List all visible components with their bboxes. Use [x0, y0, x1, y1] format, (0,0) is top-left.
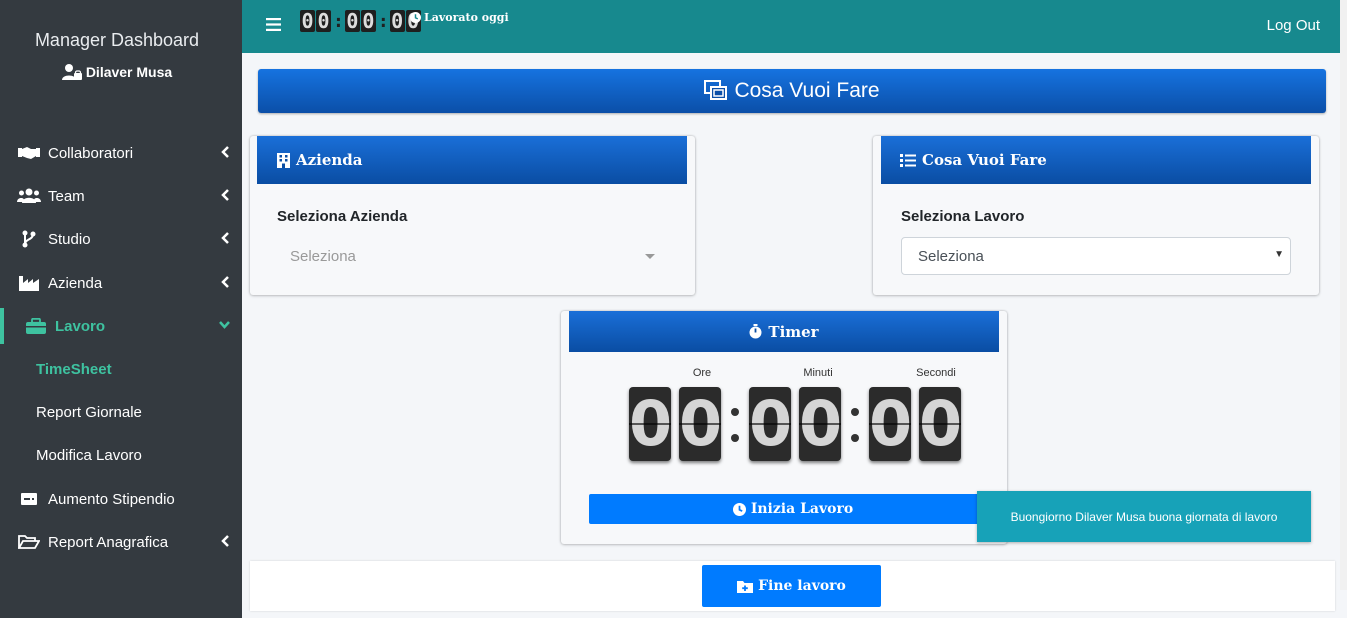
clock-icon: [410, 12, 421, 23]
welcome-toast[interactable]: Buongiorno Dilaver Musa buona giornata d…: [977, 491, 1311, 542]
briefcase-icon: [24, 318, 48, 334]
industry-icon: [17, 275, 41, 291]
timer-separator: [731, 408, 741, 460]
clock-icon: [732, 502, 746, 516]
sidebar-item-label: Lavoro: [55, 317, 106, 335]
clock-digit: 0: [360, 9, 376, 33]
start-work-label: Inizia Lavoro: [750, 501, 854, 517]
sidebar-item-label: Azienda: [48, 274, 103, 292]
caret-down-icon[interactable]: [645, 254, 655, 259]
folder-open-icon: [17, 534, 41, 550]
timer-digit: 0: [869, 387, 911, 461]
end-work-button[interactable]: Fine lavoro: [702, 565, 881, 607]
clock-separator: :: [377, 10, 389, 32]
chevron-left-icon: [221, 276, 229, 288]
sidebar-subitem-modifica-lavoro[interactable]: Modifica Lavoro: [36, 447, 142, 464]
azienda-select[interactable]: Seleziona: [290, 248, 356, 265]
timer-card-header: Timer: [569, 311, 999, 352]
chevron-left-icon: [221, 232, 229, 244]
lavoro-card-header: Cosa Vuoi Fare: [881, 136, 1311, 184]
clock-digit: 0: [344, 9, 360, 33]
lavoro-select-value: Seleziona: [918, 247, 984, 265]
timer-digit: 0: [799, 387, 841, 461]
timer-card-title: Timer: [768, 322, 819, 341]
sidebar-subitem-timesheet[interactable]: TimeSheet: [36, 361, 112, 378]
money-bill-icon: [17, 493, 41, 505]
timer-minutes-label: Minuti: [803, 367, 833, 379]
timer-digit: 0: [919, 387, 961, 461]
sidebar-item-team[interactable]: Team: [0, 178, 242, 214]
sidebar-item-label: Collaboratori: [48, 144, 134, 162]
building-icon: [277, 152, 290, 168]
caret-down-icon: ▼: [1274, 249, 1284, 260]
users-icon: [17, 188, 41, 204]
list-icon: [900, 153, 916, 167]
hamburger-menu-icon[interactable]: [266, 18, 281, 31]
logout-link[interactable]: Log Out: [1267, 17, 1320, 34]
worked-today-label: Lavorato oggi: [424, 11, 509, 24]
user-icon: [61, 64, 82, 80]
toast-message: Buongiorno Dilaver Musa buona giornata d…: [1010, 509, 1278, 524]
sidebar-item-aumento-stipendio[interactable]: Aumento Stipendio: [0, 481, 242, 517]
sidebar: Manager Dashboard Dilaver Musa Collabora…: [0, 0, 242, 618]
clock-digit: 0: [316, 9, 331, 33]
timer-separator: [851, 408, 861, 460]
chevron-left-icon: [221, 189, 229, 201]
start-work-button[interactable]: Inizia Lavoro: [589, 494, 997, 524]
sidebar-item-label: Team: [48, 187, 85, 205]
sidebar-subitem-report-giornale[interactable]: Report Giornale: [36, 404, 142, 421]
azienda-card-header: Azienda: [257, 136, 687, 184]
azienda-card-title: Azienda: [296, 151, 363, 169]
clock-digit: 0: [300, 9, 315, 33]
page-title: Cosa Vuoi Fare: [734, 79, 880, 102]
chevron-down-icon: [219, 321, 230, 329]
azienda-select-label: Seleziona Azienda: [277, 208, 408, 225]
stopwatch-icon: [749, 324, 762, 339]
sidebar-item-studio[interactable]: Studio: [0, 221, 242, 257]
lavoro-select-label: Seleziona Lavoro: [901, 208, 1025, 225]
header-clock: 0 0 : 0 0 : 0 0: [300, 10, 422, 32]
clock-digit: 0: [389, 9, 405, 33]
end-work-label: Fine lavoro: [758, 578, 846, 594]
timer-digit: 0: [679, 387, 721, 461]
window-restore-icon: [704, 80, 728, 100]
sidebar-item-lavoro[interactable]: Lavoro: [0, 308, 242, 344]
sidebar-item-label: Studio: [48, 230, 91, 248]
sidebar-item-label: Report Anagrafica: [48, 533, 169, 551]
sidebar-item-report-anagrafica[interactable]: Report Anagrafica: [0, 524, 242, 560]
page-banner: Cosa Vuoi Fare: [258, 69, 1326, 113]
chevron-left-icon: [221, 146, 229, 158]
timer-digit: 0: [629, 387, 671, 461]
page-scrollbar[interactable]: [1340, 0, 1347, 590]
lavoro-card-title: Cosa Vuoi Fare: [922, 151, 1047, 169]
worked-today: Lavorato oggi: [410, 11, 509, 24]
sidebar-item-azienda[interactable]: Azienda: [0, 265, 242, 301]
timer-hours-label: Ore: [692, 367, 712, 379]
user-name: Dilaver Musa: [85, 64, 173, 80]
code-branch-icon: [17, 230, 41, 248]
handshake-icon: [17, 146, 41, 160]
sidebar-item-label: Aumento Stipendio: [48, 490, 175, 508]
timer-digit: 0: [749, 387, 791, 461]
clock-separator: :: [333, 10, 344, 32]
chevron-left-icon: [221, 535, 229, 547]
sidebar-item-collaboratori[interactable]: Collaboratori: [0, 135, 242, 171]
top-navbar: 0 0 : 0 0 : 0 0 Lavorato oggi Log Out: [242, 0, 1347, 53]
folder-plus-icon: [737, 580, 754, 593]
lavoro-select[interactable]: Seleziona ▼: [901, 237, 1291, 275]
brand-title[interactable]: Manager Dashboard: [0, 30, 234, 51]
timer-seconds-label: Secondi: [916, 367, 956, 379]
user-panel[interactable]: Dilaver Musa: [0, 64, 234, 80]
